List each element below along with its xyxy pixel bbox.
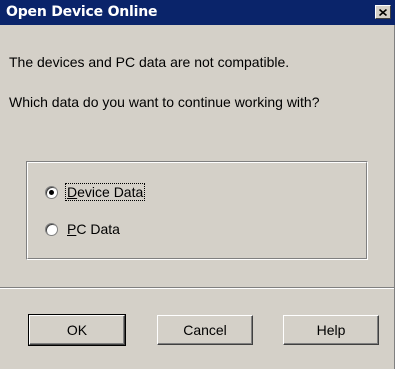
ok-button[interactable]: OK	[28, 314, 126, 346]
separator	[0, 287, 394, 289]
radio-option-pc-data[interactable]: PC Data	[45, 221, 121, 237]
incompatible-message: The devices and PC data are not compatib…	[9, 54, 290, 70]
title-bar: Open Device Online	[0, 0, 395, 25]
close-button[interactable]	[375, 5, 391, 19]
dialog-title: Open Device Online	[6, 4, 158, 20]
data-choice-group: Device Data PC Data	[26, 161, 368, 260]
radio-button-device-data[interactable]	[45, 185, 58, 199]
question-message: Which data do you want to continue worki…	[9, 94, 320, 110]
radio-label-device-data[interactable]: Device Data	[64, 183, 146, 201]
radio-label-pc-data[interactable]: PC Data	[66, 221, 121, 237]
radio-option-device-data[interactable]: Device Data	[45, 183, 146, 201]
help-button[interactable]: Help	[283, 315, 379, 345]
radio-button-pc-data[interactable]	[45, 222, 58, 236]
close-icon	[379, 8, 387, 16]
cancel-button[interactable]: Cancel	[157, 315, 253, 345]
open-device-online-dialog: Open Device Online The devices and PC da…	[0, 0, 395, 369]
background-strip	[395, 0, 408, 369]
